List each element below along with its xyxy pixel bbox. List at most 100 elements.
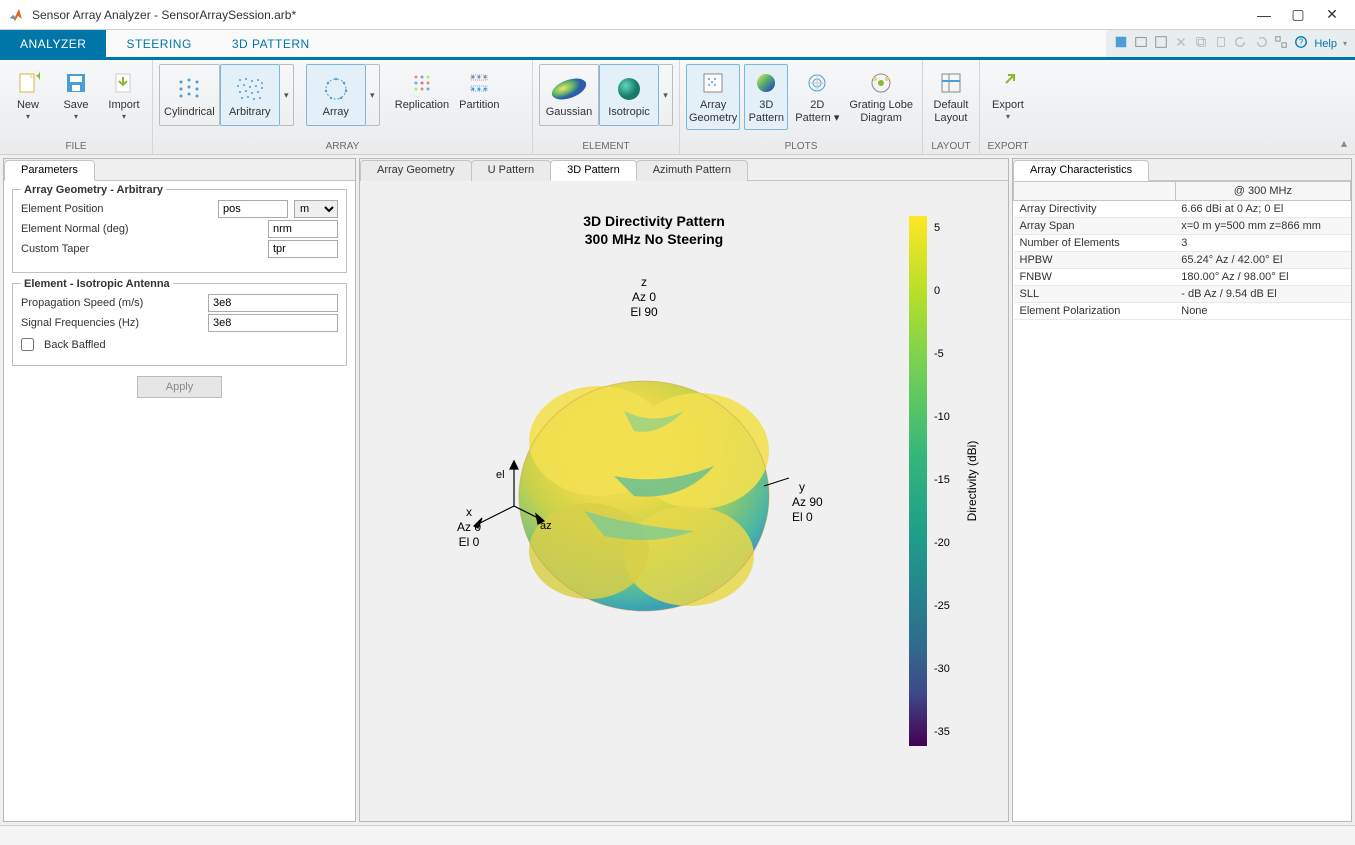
status-bar [0, 825, 1355, 845]
qat-btn[interactable] [1154, 35, 1168, 52]
layout-icon [939, 69, 963, 97]
cylindrical-icon [171, 72, 207, 106]
characteristics-tab[interactable]: Array Characteristics [1013, 160, 1149, 181]
svg-text:el: el [496, 469, 505, 481]
qat-cut-icon[interactable] [1174, 35, 1188, 52]
prop-speed-input[interactable] [208, 294, 338, 312]
svg-text:-20: -20 [934, 537, 950, 549]
plot-canvas[interactable]: 3D Directivity Pattern 300 MHz No Steeri… [360, 181, 1008, 821]
help-link[interactable]: Help [1314, 38, 1337, 50]
partition-icon [467, 69, 491, 97]
minimize-button[interactable]: — [1257, 8, 1271, 22]
gaussian-element-button[interactable]: Gaussian [539, 64, 599, 126]
array-button[interactable]: Array [306, 64, 366, 126]
element-position-input[interactable] [218, 200, 288, 218]
gaussian-icon [547, 72, 591, 106]
colorbar [909, 216, 927, 746]
export-icon [996, 69, 1020, 97]
char-header: @ 300 MHz [1175, 182, 1350, 201]
save-button[interactable]: Save [54, 64, 98, 126]
colorbar-label: Directivity (dBi) [965, 441, 979, 522]
prop-speed-label: Propagation Speed (m/s) [21, 297, 202, 309]
element-position-unit[interactable]: m [294, 200, 338, 218]
qat-copy-icon[interactable] [1194, 35, 1208, 52]
maximize-button[interactable]: ▢ [1291, 8, 1305, 22]
title-bar: Sensor Array Analyzer - SensorArraySessi… [0, 0, 1355, 30]
import-button[interactable]: Import [102, 64, 146, 126]
import-icon [112, 69, 136, 97]
grating-lobe-button[interactable]: Grating LobeDiagram [846, 64, 916, 130]
cylindrical-array-button[interactable]: Cylindrical [159, 64, 220, 126]
characteristics-panel: Array Characteristics @ 300 MHz Array Di… [1012, 158, 1352, 822]
qat-switch-icon[interactable] [1274, 35, 1288, 52]
2dpat-icon [805, 69, 829, 97]
array-icon [318, 72, 354, 106]
svg-text:El 0: El 0 [792, 510, 813, 524]
geom-icon [701, 69, 725, 97]
table-row: FNBW180.00° Az / 98.00° El [1014, 269, 1351, 286]
svg-text:-5: -5 [934, 348, 944, 360]
svg-text:Az 0: Az 0 [457, 520, 481, 534]
tab-3d-pattern[interactable]: 3D Pattern [550, 160, 637, 181]
array-sub-dropdown[interactable]: ▾ [366, 64, 380, 126]
svg-text:-30: -30 [934, 663, 950, 675]
svg-text:?: ? [1299, 38, 1304, 47]
qat-paste-icon[interactable] [1214, 35, 1228, 52]
save-icon [64, 69, 88, 97]
2d-pattern-button[interactable]: 2DPattern ▾ [792, 64, 842, 130]
table-row: Element PolarizationNone [1014, 303, 1351, 320]
tab-azimuth-pattern[interactable]: Azimuth Pattern [636, 160, 748, 181]
3d-pattern-button[interactable]: 3DPattern [744, 64, 788, 130]
partition-button[interactable]: Partition [456, 64, 502, 117]
help-icon[interactable]: ? [1294, 35, 1308, 52]
ribbon-group-file: ✦ New Save Import FILE [0, 60, 153, 154]
array-geometry-button[interactable]: ArrayGeometry [686, 64, 740, 130]
qat-btn[interactable] [1114, 35, 1128, 52]
table-row: SLL- dB Az / 9.54 dB El [1014, 286, 1351, 303]
svg-text:z: z [641, 275, 647, 289]
custom-taper-input[interactable] [268, 240, 338, 258]
replication-button[interactable]: Replication [392, 64, 452, 117]
new-button[interactable]: ✦ New [6, 64, 50, 126]
tab-steering[interactable]: STEERING [106, 30, 211, 57]
grating-icon [869, 69, 893, 97]
new-icon: ✦ [16, 69, 40, 97]
tab-array-geometry[interactable]: Array Geometry [360, 160, 472, 181]
table-row: HPBW65.24° Az / 42.00° El [1014, 252, 1351, 269]
plot-title-2: 300 MHz No Steering [585, 231, 723, 247]
element-gallery-dropdown[interactable]: ▾ [659, 64, 673, 126]
qat-redo-icon[interactable] [1254, 35, 1268, 52]
svg-text:-10: -10 [934, 411, 950, 423]
default-layout-button[interactable]: DefaultLayout [929, 64, 973, 130]
array-geometry-group: Array Geometry - Arbitrary Element Posit… [12, 189, 347, 273]
arbitrary-array-button[interactable]: Arbitrary [220, 64, 280, 126]
qat-btn[interactable] [1134, 35, 1148, 52]
main-tab-strip: ANALYZER STEERING 3D PATTERN ? Help ▾ [0, 30, 1355, 60]
export-button[interactable]: Export [986, 64, 1030, 126]
close-button[interactable]: ✕ [1325, 8, 1339, 22]
svg-text:0: 0 [934, 285, 940, 297]
ribbon-group-plots: ArrayGeometry 3DPattern 2DPattern ▾ Grat… [680, 60, 923, 154]
svg-text:y: y [799, 480, 805, 494]
ribbon-group-layout: DefaultLayout LAYOUT [923, 60, 980, 154]
plot-title-1: 3D Directivity Pattern [583, 213, 725, 229]
tab-u-pattern[interactable]: U Pattern [471, 160, 551, 181]
ribbon-group-export: Export EXPORT [980, 60, 1036, 154]
back-baffled-checkbox[interactable] [21, 338, 34, 351]
isotropic-element-button[interactable]: Isotropic [599, 64, 659, 126]
signal-freq-input[interactable] [208, 314, 338, 332]
help-dropdown-icon[interactable]: ▾ [1343, 39, 1347, 48]
parameters-tab[interactable]: Parameters [4, 160, 95, 181]
qat-undo-icon[interactable] [1234, 35, 1248, 52]
svg-text:5: 5 [934, 222, 940, 234]
tab-analyzer[interactable]: ANALYZER [0, 30, 106, 57]
ribbon-collapse-icon[interactable]: ▴ [1341, 136, 1347, 150]
array-gallery-dropdown[interactable]: ▾ [280, 64, 294, 126]
svg-text:-15: -15 [934, 474, 950, 486]
element-normal-input[interactable] [268, 220, 338, 238]
svg-text:✦: ✦ [34, 71, 40, 84]
quick-access-toolbar: ? Help ▾ [1106, 30, 1355, 57]
tab-3dpattern[interactable]: 3D PATTERN [212, 30, 330, 57]
isotropic-icon [607, 72, 651, 106]
apply-button[interactable]: Apply [137, 376, 223, 398]
